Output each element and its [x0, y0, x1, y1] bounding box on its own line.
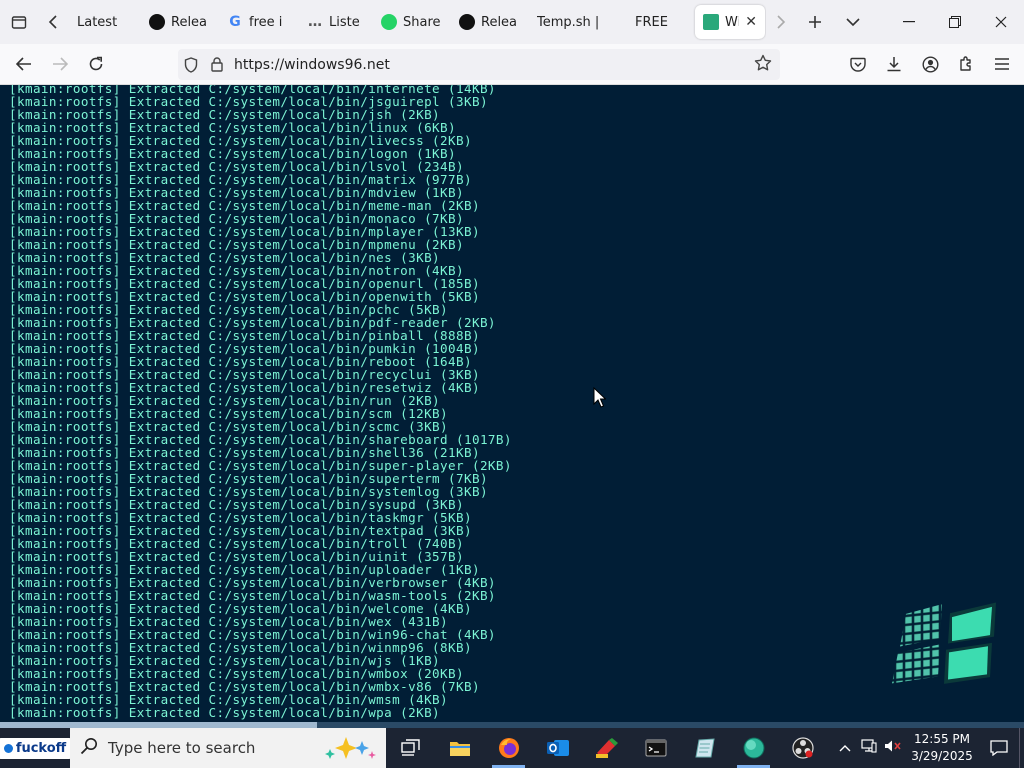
tab-6[interactable]: Temp.sh |	[529, 5, 625, 39]
dots-icon: …	[308, 14, 322, 30]
search-placeholder: Type here to search	[108, 739, 256, 757]
paint-app-button[interactable]	[582, 728, 631, 768]
shield-icon[interactable]	[178, 56, 204, 73]
tab-list-icon[interactable]	[0, 0, 38, 44]
tab-5[interactable]: Relea	[451, 5, 527, 39]
forward-button[interactable]	[42, 48, 78, 80]
close-tab-icon[interactable]: ✕	[745, 14, 757, 30]
tab-7[interactable]: FREE	[627, 5, 693, 39]
tab-8[interactable]: Wi ✕	[695, 5, 765, 39]
tab-title: Latest	[77, 14, 118, 30]
terminal-icon	[645, 739, 666, 757]
tab-title: Relea	[171, 14, 208, 30]
close-window-button[interactable]	[978, 0, 1024, 44]
tab-3[interactable]: … Liste	[299, 5, 371, 39]
reload-button[interactable]	[78, 48, 114, 80]
clock-time: 12:55 PM	[914, 732, 970, 746]
start-logo-icon	[3, 743, 13, 753]
show-desktop-button[interactable]	[1019, 728, 1024, 768]
tab-2[interactable]: Gfree i	[219, 5, 297, 39]
clock-date: 3/29/2025	[911, 749, 973, 763]
tab-title: Relea	[481, 14, 518, 30]
network-icon[interactable]	[857, 739, 881, 757]
menu-icon[interactable]	[984, 48, 1020, 80]
task-view-button[interactable]	[386, 728, 435, 768]
tab-strip: Latest Relea Gfree i … Liste Share Relea Temp.s…	[0, 0, 1024, 44]
windows96-icon	[703, 14, 719, 30]
log-line: [kmain:rootfs] Extracted C:/system/local…	[9, 705, 441, 720]
back-button[interactable]	[6, 48, 42, 80]
globe-app-icon	[743, 737, 764, 759]
start-badge: fuckoff	[0, 737, 72, 759]
pocket-icon[interactable]	[840, 48, 876, 80]
start-button[interactable]: fuckoff	[0, 728, 72, 768]
notepad-button[interactable]	[680, 728, 729, 768]
paint-app-icon	[595, 738, 618, 758]
outlook-icon	[546, 740, 569, 756]
github-icon	[149, 14, 165, 30]
firefox-icon	[498, 738, 519, 758]
notification-icon	[990, 740, 1008, 756]
terminal-button[interactable]	[631, 728, 680, 768]
new-tab-button[interactable]	[796, 0, 834, 44]
tab-title: Temp.sh |	[537, 14, 600, 30]
downloads-icon[interactable]	[876, 48, 912, 80]
mouse-cursor-icon	[593, 387, 606, 408]
tab-1[interactable]: Relea	[141, 5, 217, 39]
notifications-button[interactable]	[979, 740, 1019, 756]
start-label: fuckoff	[15, 740, 67, 756]
whatsapp-icon	[381, 14, 397, 30]
search-icon	[80, 737, 98, 760]
tabs: Latest Relea Gfree i … Liste Share Relea Temp.s…	[68, 0, 766, 44]
navigation-toolbar: https://windows96.net	[0, 44, 1024, 85]
list-all-tabs-icon[interactable]	[834, 0, 872, 44]
boot-log: [kmain:rootfs] Extracted C:/system/local…	[9, 85, 512, 719]
account-icon[interactable]	[912, 48, 948, 80]
obs-button[interactable]	[778, 728, 827, 768]
volume-muted-icon[interactable]	[881, 739, 905, 757]
file-explorer-button[interactable]	[435, 728, 484, 768]
extensions-icon[interactable]	[948, 48, 984, 80]
file-explorer-icon	[449, 742, 470, 756]
tab-title: Share	[403, 14, 441, 30]
globe-app-button[interactable]	[729, 728, 778, 768]
taskbar-search-box[interactable]: Type here to search	[70, 728, 386, 768]
google-icon: G	[229, 14, 241, 30]
task-view-icon	[400, 739, 420, 756]
lock-icon[interactable]	[204, 57, 230, 72]
tab-title: FREE	[635, 14, 668, 30]
obs-icon	[791, 737, 814, 759]
scroll-tabs-right-icon[interactable]	[766, 0, 796, 44]
show-hidden-icons-chevron-icon[interactable]	[833, 741, 857, 756]
tab-title: Liste	[329, 14, 360, 30]
tab-0[interactable]: Latest	[69, 5, 139, 39]
outlook-button[interactable]	[533, 728, 582, 768]
restore-button[interactable]	[932, 0, 978, 44]
system-tray: 12:55 PM 3/29/2025	[833, 728, 1024, 768]
taskbar: fuckoff Type here to search 12:55 PM 3/2…	[0, 728, 1024, 768]
tab-title: Wi	[725, 14, 739, 30]
scroll-tabs-left-icon[interactable]	[38, 0, 68, 44]
tab-title: free i	[249, 14, 283, 30]
github-icon	[459, 14, 475, 30]
web-content[interactable]: [kmain:rootfs] Extracted C:/system/local…	[0, 85, 1024, 728]
minimize-button[interactable]	[886, 0, 932, 44]
clock[interactable]: 12:55 PM 3/29/2025	[905, 731, 979, 765]
notepad-icon	[694, 738, 715, 758]
firefox-button[interactable]	[484, 728, 533, 768]
address-bar[interactable]: https://windows96.net	[178, 49, 780, 80]
tab-4[interactable]: Share	[373, 5, 449, 39]
windows96-logo-icon	[892, 602, 996, 684]
bookmark-star-icon[interactable]	[754, 54, 772, 77]
search-highlight-icon	[325, 737, 376, 759]
url-text[interactable]: https://windows96.net	[234, 57, 390, 73]
